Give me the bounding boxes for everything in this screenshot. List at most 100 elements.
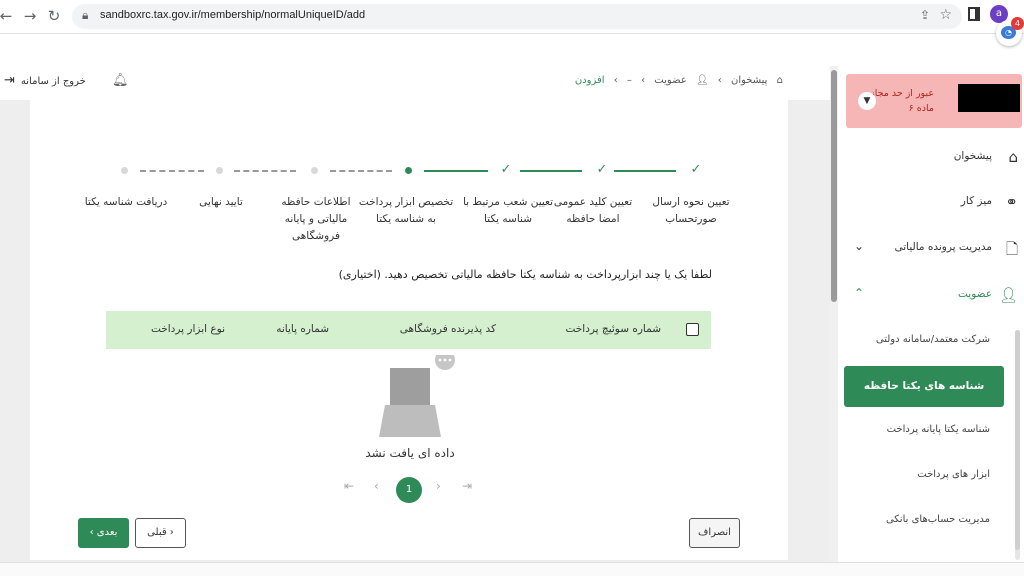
step-done-check-icon: ✓: [690, 162, 702, 177]
sidebar-subitem-unique-id-memory[interactable]: شناسه های یکتا حافظه مالیاتی: [844, 366, 1004, 433]
step-label: تایید نهایی: [199, 196, 243, 208]
column-header: شماره سوئیچ پرداخت: [565, 323, 661, 335]
lock-icon: 🔒︎: [82, 8, 89, 22]
extension-badge: 4: [1011, 17, 1024, 30]
sidebar-subitem-terminal-id[interactable]: شناسه یکتا پایانه پرداخت: [846, 420, 996, 444]
stepper-connector: [424, 170, 488, 172]
home-icon: ⌂: [1008, 148, 1018, 166]
step-label: تخصیص ابزار پرداخت به شناسه یکتا: [358, 196, 454, 225]
sidebar-subitem-label: شرکت معتمد/سامانه دولتی: [875, 334, 990, 345]
logout-icon: ⇥: [4, 73, 15, 88]
breadcrumb-membership[interactable]: عضویت: [654, 75, 686, 86]
step-todo-dot: [121, 167, 128, 174]
browser-toolbar: ← → ↻ 🔒︎ sandboxrc.tax.gov.ir/membership…: [0, 0, 1024, 34]
stepper-connector: [330, 170, 392, 172]
bell-icon[interactable]: 🔔︎: [112, 73, 129, 88]
breadcrumb-add: افزودن: [574, 75, 605, 86]
step-label: اطلاعات حافظه مالیاتی و پایانه فروشگاهی: [281, 196, 351, 242]
sidebar-item-label: عضویت: [957, 288, 992, 300]
main-scrollbar-thumb[interactable]: [831, 70, 837, 302]
breadcrumb-separator: ›: [717, 75, 722, 86]
cancel-button[interactable]: انصراف: [689, 518, 740, 548]
stepper-connector: [140, 170, 204, 172]
url-text[interactable]: sandboxrc.tax.gov.ir/membership/normalUn…: [100, 9, 365, 21]
user-icon: 👤︎: [695, 75, 709, 86]
back-icon[interactable]: ←: [0, 6, 16, 26]
sidebar-subitem-payment-tools[interactable]: ابزار های پرداخت: [846, 465, 996, 489]
empty-box-illustration: [379, 355, 455, 437]
prev-page-icon[interactable]: ‹: [374, 479, 379, 493]
breadcrumb-separator: ›: [613, 75, 618, 86]
chevron-down-icon[interactable]: ▼: [858, 92, 876, 110]
file-icon: 🗋︎: [1005, 240, 1018, 258]
sidebar-item-dashboard[interactable]: ⌂ پیشخوان: [846, 143, 1022, 171]
sidebar-subitem-label: شناسه یکتا پایانه پرداخت: [886, 424, 990, 435]
sidebar-item-desk[interactable]: ⚭ میز کار: [846, 188, 1022, 216]
stepper-connector: [234, 170, 296, 172]
last-page-icon[interactable]: ⇥: [462, 479, 472, 493]
breadcrumb: ⌂ پیشخوان › 👤︎ عضویت › – › افزودن: [572, 75, 786, 86]
sidebar-subitem-trusted-company[interactable]: شرکت معتمد/سامانه دولتی: [846, 330, 996, 354]
step-todo-dot: [311, 167, 318, 174]
breadcrumb-separator: ›: [641, 75, 646, 86]
step-done-check-icon: ✓: [596, 162, 608, 177]
sidebar-subitem-bank-accounts[interactable]: مدیریت حساب‌های بانکی: [846, 510, 996, 534]
breadcrumb-home[interactable]: پیشخوان: [731, 75, 767, 86]
extension-button[interactable]: ◔ 4: [996, 17, 1024, 46]
step-label: تعیین شعب مرتبط با شناسه یکتا: [462, 196, 554, 225]
next-button[interactable]: ‹ بعدی: [78, 518, 129, 548]
sidebar-item-tax-file[interactable]: 🗋︎ مدیریت پرونده مالیاتی ⌄: [846, 234, 1022, 262]
home-icon[interactable]: ⌂: [777, 75, 783, 86]
column-header: نوع ابزار پرداخت: [150, 323, 225, 335]
step-done-check-icon: ✓: [500, 162, 512, 177]
table-header: شماره سوئیچ پرداخت کد پذیرنده فروشگاهی ش…: [106, 311, 711, 349]
address-bar[interactable]: 🔒︎ sandboxrc.tax.gov.ir/membership/norma…: [72, 4, 962, 29]
warning-alert: عبور از حد مجاز ماده ۶ ▼: [846, 74, 1022, 128]
user-icon: 👤︎: [998, 286, 1018, 304]
instruction-text: لطفا یک یا چند ابزارپرداخت به شناسه یکتا…: [338, 268, 712, 281]
sidebar-item-label: پیشخوان: [953, 150, 992, 162]
redacted-block: [958, 84, 1020, 112]
alert-line1: عبور از حد مجاز: [870, 88, 934, 99]
stepper-connector: [614, 170, 676, 172]
step-label: دریافت شناسه یکتا: [84, 196, 168, 208]
logout-label: خروج از سامانه: [20, 76, 86, 87]
column-header: شماره پایانه: [276, 323, 329, 335]
next-page-icon[interactable]: ›: [436, 479, 441, 493]
forward-icon[interactable]: →: [20, 6, 40, 26]
app-header: ⇥ خروج از سامانه 🔔︎ ⌂ پیشخوان › 👤︎ عضویت …: [0, 62, 830, 100]
breadcrumb-dash: –: [626, 75, 632, 86]
share-icon[interactable]: ⇪: [920, 8, 930, 22]
step-label: تعیین نحوه ارسال صورتحساب: [652, 196, 730, 225]
column-header: کد پذیرنده فروشگاهی: [399, 323, 496, 335]
current-page-button[interactable]: 1: [396, 477, 422, 503]
sidebar-subitem-label: ابزار های پرداخت: [917, 469, 990, 480]
alert-line2: ماده ۶: [908, 103, 934, 114]
step-todo-dot: [216, 167, 223, 174]
alert-text: عبور از حد مجاز ماده ۶: [870, 86, 934, 116]
workflow-icon: ⚭: [1005, 193, 1018, 211]
side-panel-icon[interactable]: [968, 7, 980, 21]
sidebar-subitem-label: مدیریت حساب‌های بانکی: [885, 514, 990, 525]
empty-state-text: داده ای یافت نشد: [365, 446, 455, 460]
reload-icon[interactable]: ↻: [44, 6, 64, 26]
sidebar-item-label: میز کار: [960, 195, 992, 207]
sidebar-item-label: مدیریت پرونده مالیاتی: [894, 241, 992, 253]
chevron-down-icon: ⌄: [854, 239, 865, 253]
next-button-label: بعدی: [96, 527, 118, 538]
first-page-icon[interactable]: ⇤: [344, 479, 354, 493]
sidebar-scrollbar[interactable]: [1015, 330, 1020, 560]
step-label: تعیین کلید عمومی امضا حافظه: [553, 196, 633, 225]
bookmark-star-icon[interactable]: ☆: [939, 7, 952, 23]
stepper-connector: [520, 170, 582, 172]
main-scrollbar[interactable]: [830, 66, 838, 576]
previous-button-label: قبلی: [147, 527, 167, 538]
bottom-strip: [0, 562, 1024, 576]
sidebar-scrollbar-thumb[interactable]: [1015, 330, 1020, 550]
select-all-checkbox[interactable]: [686, 323, 699, 336]
step-current-dot: [405, 167, 412, 174]
logout-button[interactable]: ⇥ خروج از سامانه: [4, 73, 86, 88]
chevron-up-icon: ⌃: [854, 286, 865, 300]
previous-button[interactable]: قبلی ›: [135, 518, 186, 548]
sidebar-item-membership[interactable]: 👤︎ عضویت ⌃: [846, 281, 1022, 309]
